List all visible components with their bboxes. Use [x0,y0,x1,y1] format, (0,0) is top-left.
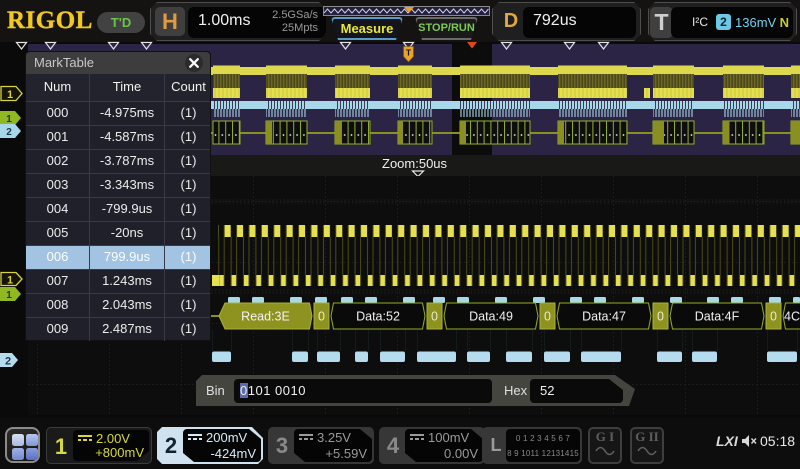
svg-text:2: 2 [5,356,11,368]
svg-text:0: 0 [770,310,777,324]
svg-text:0: 0 [657,310,664,324]
svg-text:T: T [406,48,412,58]
svg-text:1: 1 [7,89,13,101]
svg-text:0: 0 [544,310,551,324]
svg-text:4C: 4C [784,310,800,324]
svg-text:Data:52: Data:52 [356,310,400,324]
svg-text:2: 2 [6,127,12,138]
svg-text:Read:3E: Read:3E [241,310,290,324]
svg-text:1: 1 [7,275,13,287]
svg-text:Data:4F: Data:4F [695,310,740,324]
svg-text:1: 1 [6,290,12,301]
svg-text:Data:49: Data:49 [469,310,513,324]
svg-text:0: 0 [431,310,438,324]
svg-text:0: 0 [318,310,325,324]
svg-text:Data:47: Data:47 [582,310,626,324]
